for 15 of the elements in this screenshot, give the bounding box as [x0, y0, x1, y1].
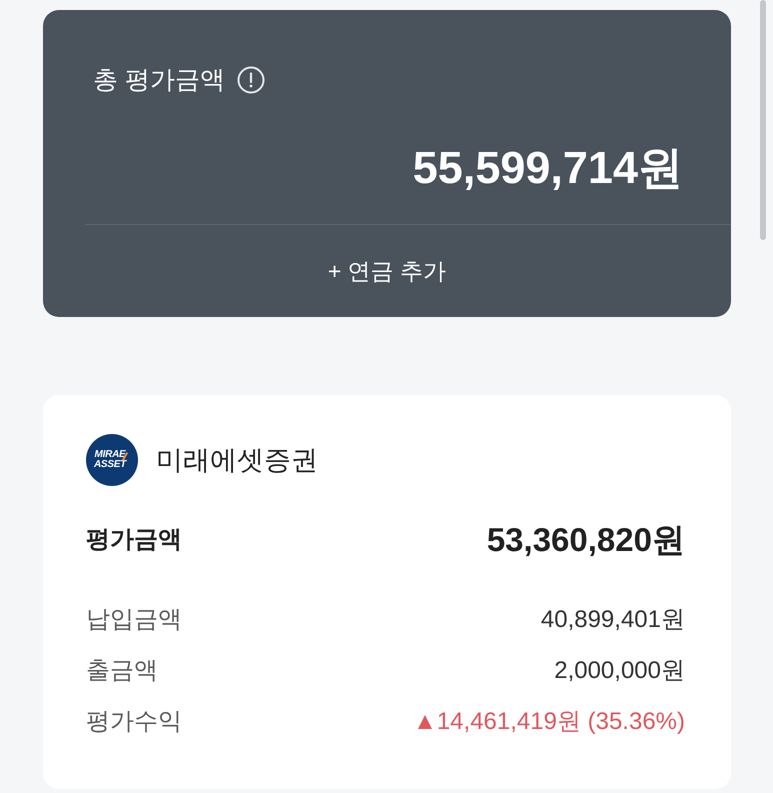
gain-value: ▲14,461,419원 (35.36%) — [413, 706, 685, 736]
row-label: 출금액 — [86, 656, 158, 686]
row-label: 평가금액 — [86, 525, 182, 555]
row-value: 53,360,820원 — [486, 520, 685, 560]
scrollbar-thumb[interactable] — [760, 0, 766, 240]
row-label: 납입금액 — [86, 604, 182, 634]
row-value: 40,899,401원 — [540, 604, 685, 634]
summary-title: 총 평가금액 — [93, 65, 225, 96]
broker-name: 미래에셋증권 — [156, 444, 318, 477]
total-amount: 55,599,714원 — [412, 141, 684, 194]
add-pension-button[interactable]: + 연금 추가 — [320, 256, 454, 286]
brand-logo: MIRAE ASSET — [86, 434, 138, 486]
row-label: 평가수익 — [86, 706, 182, 736]
info-icon[interactable] — [236, 66, 265, 94]
row-value: 2,000,000원 — [554, 656, 685, 686]
